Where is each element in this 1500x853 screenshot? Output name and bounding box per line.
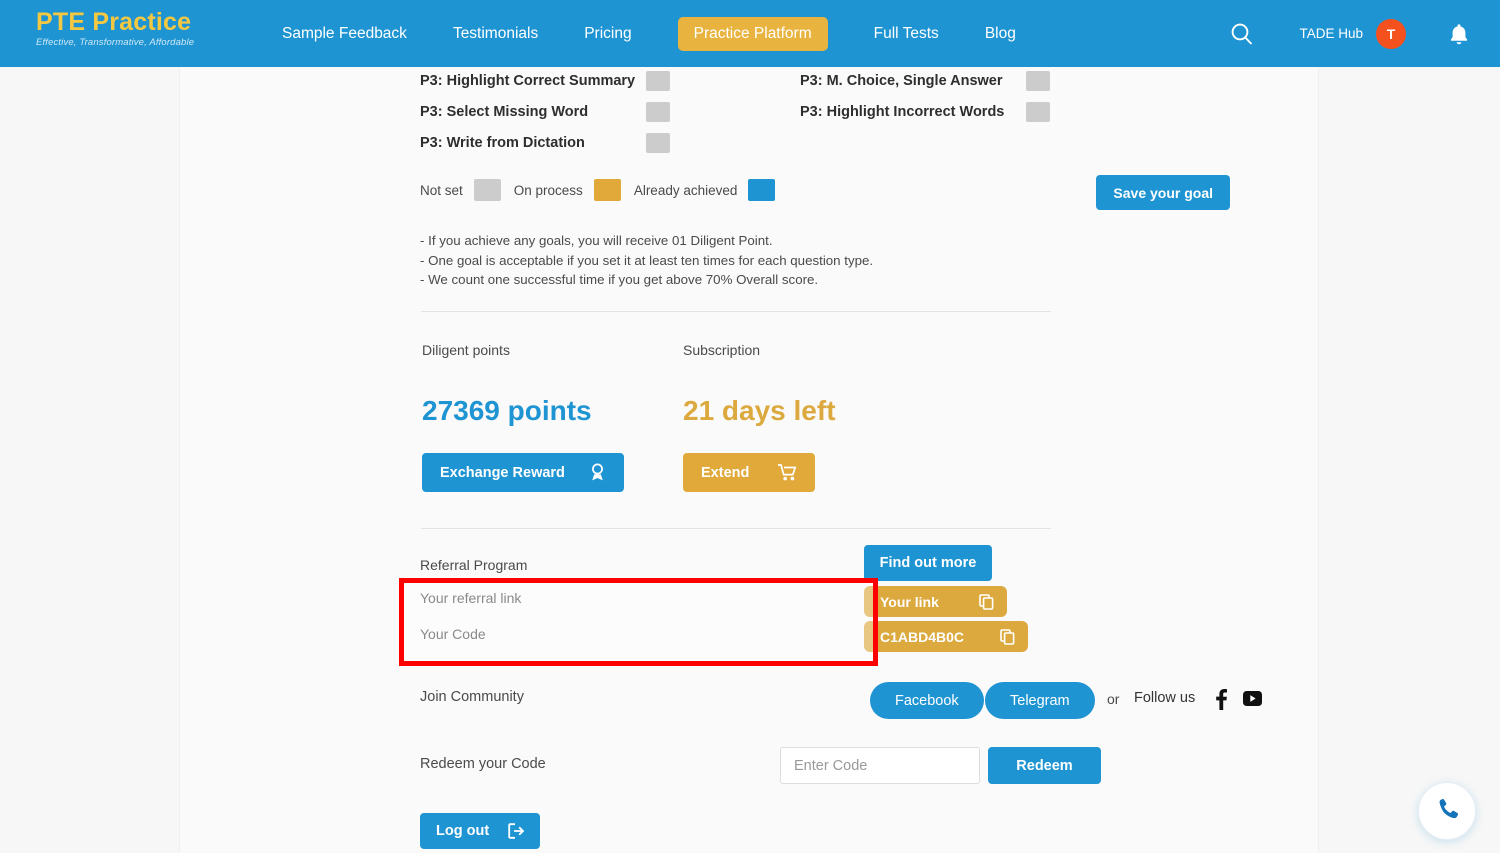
goal-row: P3: Highlight Incorrect Words bbox=[800, 96, 1050, 127]
goal-label: P3: Write from Dictation bbox=[420, 134, 585, 151]
legend-swatch-on-process bbox=[593, 179, 621, 201]
legend-item-not-set: Not set bbox=[420, 179, 514, 201]
legend-swatch-achieved bbox=[748, 179, 776, 201]
telegram-community-button[interactable]: Telegram bbox=[985, 682, 1095, 719]
brand-title: PTE Practice bbox=[36, 8, 192, 36]
join-community-label: Join Community bbox=[420, 689, 524, 705]
nav-item-pricing[interactable]: Pricing bbox=[584, 25, 631, 43]
logout-button[interactable]: Log out bbox=[420, 813, 540, 849]
goal-row: P3: M. Choice, Single Answer bbox=[800, 65, 1050, 96]
extend-subscription-button[interactable]: Extend bbox=[683, 453, 815, 492]
goal-label: P3: Select Missing Word bbox=[420, 103, 589, 120]
subscription-label: Subscription bbox=[683, 342, 761, 358]
goal-label: P3: M. Choice, Single Answer bbox=[800, 72, 1003, 89]
copy-referral-link-button[interactable]: Your link bbox=[864, 586, 1007, 617]
referral-link-label: Your referral link bbox=[420, 590, 522, 606]
goal-row: P3: Write from Dictation bbox=[420, 127, 670, 158]
referral-code-text: C1ABD4B0C bbox=[880, 628, 965, 645]
facebook-icon[interactable] bbox=[1215, 689, 1227, 715]
goal-notes: - If you achieve any goals, you will rec… bbox=[420, 231, 873, 290]
referral-code-row: Your Code bbox=[420, 626, 486, 642]
or-separator-label: or bbox=[1107, 691, 1120, 707]
legend-label: Already achieved bbox=[633, 182, 738, 198]
profile-content-card: P3: Highlight Correct Summary P3: Select… bbox=[180, 67, 1318, 853]
legend-item-on-process: On process bbox=[514, 179, 634, 201]
brand-tagline: Effective, Transformative, Affordable bbox=[36, 37, 195, 49]
nav-links: Sample Feedback Testimonials Pricing Pra… bbox=[282, 0, 1062, 67]
sign-out-icon bbox=[508, 823, 540, 839]
diligent-points-label: Diligent points bbox=[422, 342, 510, 358]
copy-referral-code-button[interactable]: C1ABD4B0C bbox=[864, 621, 1028, 652]
referral-program-label: Referral Program bbox=[420, 557, 528, 573]
goal-state-checkbox[interactable] bbox=[646, 132, 670, 153]
phone-icon bbox=[1435, 796, 1460, 826]
legend-label: Not set bbox=[420, 182, 463, 198]
goal-state-checkbox[interactable] bbox=[646, 101, 670, 122]
goal-row: P3: Highlight Correct Summary bbox=[420, 65, 670, 96]
youtube-icon[interactable] bbox=[1243, 691, 1262, 711]
extend-label: Extend bbox=[701, 464, 750, 481]
find-out-more-button[interactable]: Find out more bbox=[864, 545, 992, 581]
goal-state-checkbox[interactable] bbox=[1026, 101, 1050, 122]
subscription-block: Subscription 21 days left Extend bbox=[683, 342, 836, 492]
redeem-button[interactable]: Redeem bbox=[988, 747, 1101, 784]
bell-icon[interactable] bbox=[1448, 22, 1470, 46]
user-name-label[interactable]: TADE Hub bbox=[1299, 26, 1363, 41]
search-icon[interactable] bbox=[1229, 21, 1255, 47]
referral-link-row: Your referral link bbox=[420, 590, 521, 606]
shopping-cart-icon bbox=[778, 464, 815, 481]
goal-note: - We count one successful time if you ge… bbox=[420, 272, 819, 287]
divider bbox=[421, 528, 1051, 529]
goals-column-right: P3: M. Choice, Single Answer P3: Highlig… bbox=[800, 65, 1050, 127]
nav-item-full-tests[interactable]: Full Tests bbox=[874, 25, 939, 43]
referral-code-label: Your Code bbox=[420, 626, 486, 642]
facebook-community-button[interactable]: Facebook bbox=[870, 682, 984, 719]
goal-row: P3: Select Missing Word bbox=[420, 96, 670, 127]
redeem-code-input[interactable] bbox=[780, 747, 980, 784]
exchange-reward-label: Exchange Reward bbox=[440, 464, 565, 481]
subscription-value: 21 days left bbox=[683, 395, 836, 426]
top-navigation-bar: PTE Practice Effective, Transformative, … bbox=[0, 0, 1500, 67]
diligent-points-block: Diligent points 27369 points Exchange Re… bbox=[422, 342, 624, 492]
goal-note: - One goal is acceptable if you set it a… bbox=[420, 252, 874, 268]
nav-item-practice-platform[interactable]: Practice Platform bbox=[677, 16, 828, 51]
legend-item-already-achieved: Already achieved bbox=[634, 179, 789, 201]
legend-swatch-not-set bbox=[473, 179, 501, 201]
copy-icon bbox=[1000, 628, 1015, 645]
nav-item-testimonials[interactable]: Testimonials bbox=[453, 25, 538, 43]
follow-us-label: Follow us bbox=[1134, 690, 1196, 706]
nav-right-group: TADE Hub T bbox=[1229, 0, 1470, 67]
nav-item-sample-feedback[interactable]: Sample Feedback bbox=[282, 25, 407, 43]
save-goal-button[interactable]: Save your goal bbox=[1096, 175, 1230, 210]
referral-link-text: Your link bbox=[880, 593, 939, 610]
goal-state-checkbox[interactable] bbox=[646, 70, 670, 91]
legend-label: On process bbox=[513, 182, 583, 198]
copy-icon bbox=[979, 593, 994, 610]
goals-column-left: P3: Highlight Correct Summary P3: Select… bbox=[420, 65, 670, 158]
referral-program-row: Referral Program bbox=[420, 557, 527, 573]
logout-label: Log out bbox=[436, 823, 490, 839]
avatar[interactable]: T bbox=[1376, 18, 1406, 49]
goal-label: P3: Highlight Incorrect Words bbox=[800, 103, 1005, 120]
diligent-points-value: 27369 points bbox=[422, 395, 592, 426]
divider bbox=[421, 311, 1051, 312]
phone-support-fab[interactable] bbox=[1418, 782, 1476, 840]
redeem-code-label: Redeem your Code bbox=[420, 756, 546, 772]
goal-label: P3: Highlight Correct Summary bbox=[420, 72, 636, 89]
goal-state-checkbox[interactable] bbox=[1026, 70, 1050, 91]
goal-note: - If you achieve any goals, you will rec… bbox=[420, 233, 773, 248]
brand-logo[interactable]: PTE Practice Effective, Transformative, … bbox=[36, 8, 256, 49]
goal-legend: Not set On process Already achieved bbox=[420, 179, 1050, 201]
award-medal-icon bbox=[589, 463, 624, 482]
nav-item-blog[interactable]: Blog bbox=[985, 25, 1016, 43]
exchange-reward-button[interactable]: Exchange Reward bbox=[422, 453, 624, 492]
